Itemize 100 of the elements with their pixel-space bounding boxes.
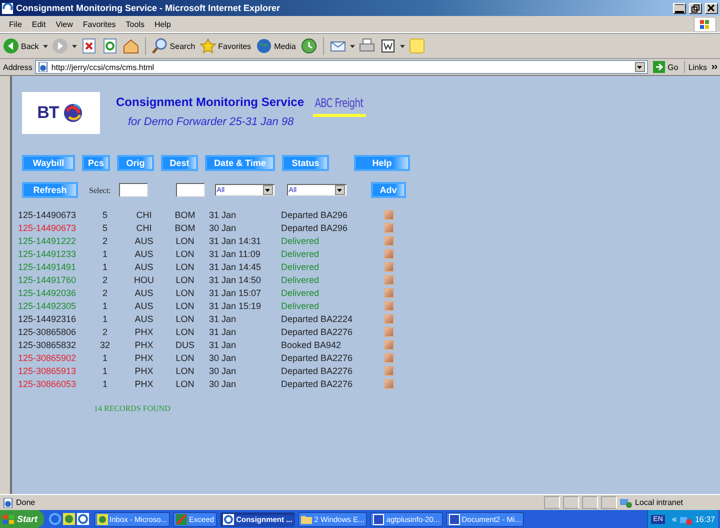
row-checkbox[interactable] [384,262,394,272]
row-checkbox[interactable] [384,288,394,298]
menu-item[interactable]: Favorites [78,20,121,28]
status-bar-panel [563,496,579,509]
pieces-cell-text: 2 [101,286,108,299]
records-count: 14 RECORDS FOUND [94,404,170,413]
start-button[interactable]: Start [0,510,44,528]
refresh-button[interactable] [100,37,119,55]
waybill-cell-text: 125-14491222 [18,234,78,247]
input-field[interactable] [176,183,205,197]
search-icon [152,38,168,54]
menu-item[interactable]: Tools [120,20,150,28]
dropdown-button[interactable] [634,62,645,72]
status-bar-panel [582,496,598,509]
date-cell-text: 30 Jan [208,364,238,377]
row-checkbox[interactable] [384,274,394,284]
home-icon [122,38,139,54]
page-title: Consignment Monitoring Service [116,95,304,109]
pieces-cell-text: 2 [101,326,108,338]
destination-cell-text: LON [174,286,196,299]
restore-button[interactable] [689,2,702,14]
restore-icon [691,4,700,12]
input-field[interactable] [118,183,148,197]
pieces-cell-text: 2 [101,274,108,286]
menu-item[interactable]: Help [149,20,176,28]
menu-item[interactable]: View [50,20,78,28]
date-cell-text: 31 Jan 15:07 [208,286,262,299]
row-checkbox[interactable] [384,314,394,324]
status-cell: Departed BA2276 [281,377,384,390]
row-checkbox[interactable] [384,222,394,232]
row-checkbox[interactable] [384,366,394,376]
home-button[interactable] [122,37,140,55]
note-button[interactable] [408,37,426,55]
destination-cell-text: LON [174,364,196,377]
row-checkbox[interactable] [384,210,394,220]
row-checkbox[interactable] [384,236,394,246]
chevron-icon [712,65,717,69]
waybill-cell-text: 125-14491491 [18,260,78,273]
waybill-cell-text: 125-30865902 [18,352,78,364]
waybill-cell-text: 125-30866053 [18,378,78,390]
origin-cell-text: AUS [134,312,154,325]
menu-item[interactable]: File [4,20,27,28]
row-checkbox[interactable] [384,248,394,258]
row-checkbox[interactable] [384,378,394,388]
destination-cell-text: LON [174,260,196,273]
row-checkbox[interactable] [384,340,394,350]
dropdown-arrow-icon [72,44,77,48]
forward-button[interactable] [50,37,69,55]
search-button[interactable]: Search [150,37,196,55]
minimize-button[interactable] [673,2,686,14]
origin-cell-text: PHX [134,352,154,364]
note-icon [408,38,425,54]
word-button[interactable] [378,37,397,55]
document-icon [373,514,384,524]
destination-cell-text: LON [174,352,196,364]
back-button[interactable]: Back [2,37,40,55]
folder-icon [301,514,312,524]
address-label: Address [3,62,32,72]
date-cell-text: 31 Jan 14:31 [208,234,262,247]
origin-cell-text: AUS [134,260,154,273]
waybill-cell-text: 125-14490673 [18,208,78,221]
date-cell-text: 31 Jan 11:09 [208,248,262,260]
close-button[interactable] [705,2,718,14]
menu-item[interactable]: Edit [26,20,51,28]
date-cell-text: 31 Jan 14:50 [208,274,262,286]
waybill-cell-text: 125-30865913 [18,364,78,377]
pieces-cell-text: 2 [101,234,108,247]
favorites-button[interactable]: Favorites [199,37,252,55]
status-cell: Departed BA2224 [281,312,384,325]
address-field[interactable]: http://jerry/ccsi/cms/cms.html [35,60,648,74]
refresh-icon [102,38,118,54]
date-cell-text: 31 Jan [208,338,238,351]
go-arrow-icon [652,61,665,73]
status-bar-panel [601,496,617,509]
browser-icon [2,2,13,14]
status-cell: Delivered [281,260,384,273]
window-app-icon [76,513,89,525]
tray-toggle-button[interactable]: « [672,514,677,524]
status-cell: Delivered [281,286,384,299]
waybill-cell-text: 125-30865806 [18,326,78,338]
go-button[interactable]: Go [650,61,686,73]
waybill-cell-text: 125-14491760 [18,274,78,286]
media-button[interactable]: Media [255,37,297,55]
row-checkbox[interactable] [384,326,394,336]
waybill-cell-text: 125-30865832 [18,338,78,351]
history-button[interactable] [300,37,318,55]
row-checkbox[interactable] [384,352,394,362]
destination-cell-text: LON [174,274,196,286]
links-button[interactable]: Links [688,62,709,72]
dropdown-arrow-icon [350,44,355,48]
status-cell: Delivered [281,234,384,247]
stop-icon [80,38,97,54]
status-cell: Departed BA2276 [281,364,384,377]
pieces-cell-text: 1 [101,312,108,325]
waybill-cell-text: 125-14490673 [18,222,78,234]
browser-icon [48,513,61,525]
date-cell-text: 30 Jan [208,352,238,364]
stop-button[interactable] [80,37,98,55]
row-checkbox[interactable] [384,300,394,310]
status-cell: Delivered [281,273,384,286]
